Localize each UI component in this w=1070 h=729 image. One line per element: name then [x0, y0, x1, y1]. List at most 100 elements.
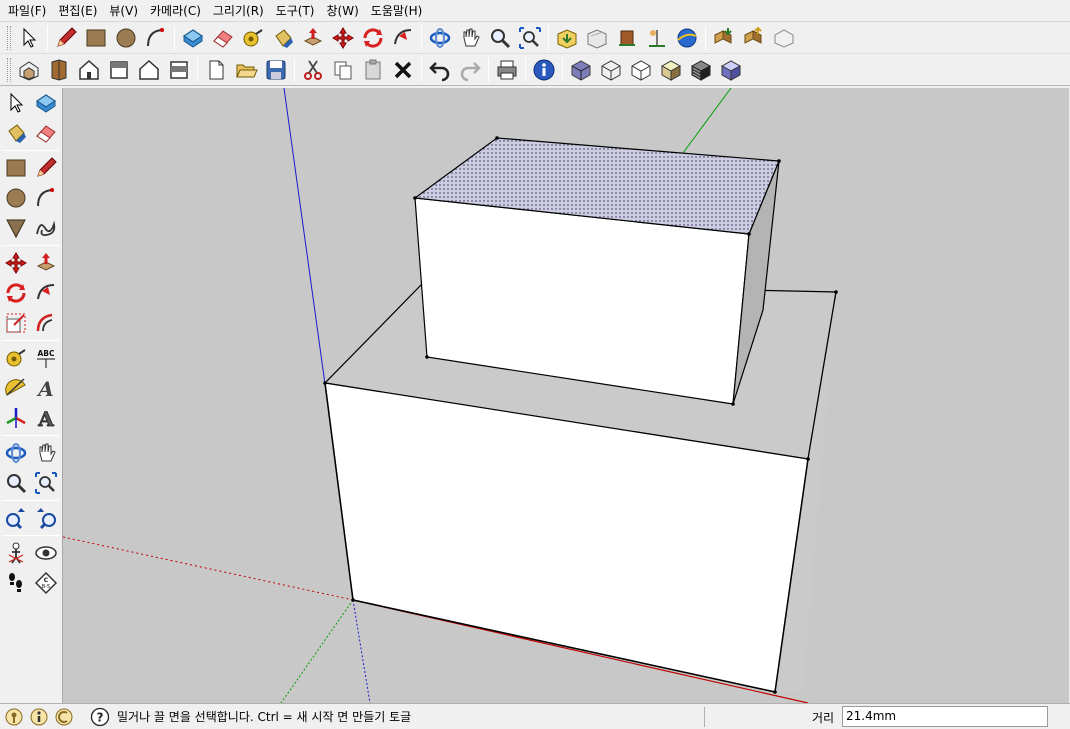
zoom-extents-tool-button[interactable] — [31, 468, 61, 498]
circle-button[interactable] — [112, 24, 140, 52]
freehand-tool-button[interactable] — [31, 213, 61, 243]
help-icon[interactable]: ? — [89, 706, 111, 728]
eraser-button[interactable] — [209, 24, 237, 52]
push-pull-button[interactable] — [299, 24, 327, 52]
eraser-tool-button[interactable] — [31, 118, 61, 148]
zoom-extents-button[interactable] — [516, 24, 544, 52]
pencil-button[interactable] — [52, 24, 80, 52]
dimension-tool-button[interactable]: ABC — [31, 343, 61, 373]
geo-location-icon[interactable] — [3, 706, 25, 728]
tape-measure-button[interactable] — [239, 24, 267, 52]
offset-tool-button[interactable] — [31, 308, 61, 338]
toolbar-separator — [548, 25, 549, 50]
dynamic-components-button[interactable] — [770, 24, 798, 52]
zoom-button[interactable] — [486, 24, 514, 52]
scale-tool-button[interactable] — [1, 308, 31, 338]
menu-item[interactable]: 편집(E) — [52, 1, 103, 21]
measurements-input[interactable]: 21.4mm — [842, 706, 1048, 727]
follow-me-tool-button[interactable] — [31, 278, 61, 308]
pan-tool-button[interactable] — [31, 438, 61, 468]
move-button[interactable] — [329, 24, 357, 52]
share-component-button[interactable] — [740, 24, 768, 52]
walk-tool-button[interactable] — [1, 568, 31, 598]
menu-item[interactable]: 파일(F) — [2, 1, 52, 21]
hidden-line-button[interactable] — [627, 56, 655, 84]
delete-button[interactable] — [389, 56, 417, 84]
top-view-button[interactable] — [45, 56, 73, 84]
right-view-button[interactable] — [105, 56, 133, 84]
push-pull-tool-button[interactable] — [31, 248, 61, 278]
credits-icon[interactable] — [28, 706, 50, 728]
redo-icon — [458, 58, 482, 82]
menu-item[interactable]: 창(W) — [321, 1, 365, 21]
menu-item[interactable]: 도구(T) — [270, 1, 321, 21]
left-view-button[interactable] — [165, 56, 193, 84]
rectangle-tool-button[interactable] — [1, 153, 31, 183]
shaded-texture-button[interactable] — [687, 56, 715, 84]
rotate-button[interactable] — [359, 24, 387, 52]
save-button[interactable] — [262, 56, 290, 84]
orbit-button[interactable] — [426, 24, 454, 52]
arc-button[interactable] — [142, 24, 170, 52]
model-info-button[interactable] — [530, 56, 558, 84]
monochrome-button[interactable] — [717, 56, 745, 84]
back-view-button[interactable] — [135, 56, 163, 84]
paste-button[interactable] — [359, 56, 387, 84]
previous-view-tool-button[interactable] — [1, 503, 31, 533]
model-canvas[interactable] — [63, 88, 1069, 703]
3d-text-tool-button[interactable]: A — [31, 403, 61, 433]
select-tool-button[interactable] — [1, 88, 31, 118]
drawing-viewport[interactable] — [63, 88, 1069, 703]
rectangle-button[interactable] — [82, 24, 110, 52]
polygon-tool-button[interactable] — [1, 213, 31, 243]
open-button[interactable] — [232, 56, 260, 84]
axes-tool-button[interactable] — [1, 403, 31, 433]
front-view-button[interactable] — [75, 56, 103, 84]
new-button[interactable] — [202, 56, 230, 84]
wireframe-button[interactable] — [597, 56, 625, 84]
dynamic-components-icon — [772, 26, 796, 50]
user-icon[interactable] — [53, 706, 75, 728]
get-components-button[interactable] — [710, 24, 738, 52]
paint-bucket-tool-button[interactable] — [1, 118, 31, 148]
menu-item[interactable]: 뷰(V) — [103, 1, 144, 21]
next-view-tool-button[interactable] — [31, 503, 61, 533]
print-button[interactable] — [493, 56, 521, 84]
undo-button[interactable] — [426, 56, 454, 84]
paint-bucket-button[interactable] — [269, 24, 297, 52]
zoom-tool-button[interactable] — [1, 468, 31, 498]
pencil-tool-button[interactable] — [31, 153, 61, 183]
get-models-button[interactable] — [553, 24, 581, 52]
section-plane-tool-button[interactable]: C B-5 — [31, 568, 61, 598]
menu-item[interactable]: 도움말(H) — [365, 1, 429, 21]
iso-view-button[interactable] — [15, 56, 43, 84]
share-model-button[interactable] — [583, 24, 611, 52]
google-earth-button[interactable] — [673, 24, 701, 52]
circle-tool-button[interactable] — [1, 183, 31, 213]
menu-item[interactable]: 카메라(C) — [144, 1, 207, 21]
move-tool-button[interactable] — [1, 248, 31, 278]
copy-button[interactable] — [329, 56, 357, 84]
tape-measure-tool-button[interactable] — [1, 343, 31, 373]
toolbar-grip[interactable] — [7, 57, 11, 82]
rotate-tool-button[interactable] — [1, 278, 31, 308]
orbit-tool-button[interactable] — [1, 438, 31, 468]
xray-button[interactable] — [567, 56, 595, 84]
protractor-tool-button[interactable] — [1, 373, 31, 403]
look-around-tool-button[interactable] — [31, 538, 61, 568]
make-component-button[interactable] — [179, 24, 207, 52]
toolbar-grip[interactable] — [7, 25, 11, 50]
menu-item[interactable]: 그리기(R) — [207, 1, 270, 21]
photo-textures-button[interactable] — [643, 24, 671, 52]
text-tool-button[interactable]: A — [31, 373, 61, 403]
select-button[interactable] — [15, 24, 43, 52]
pan-button[interactable] — [456, 24, 484, 52]
shaded-button[interactable] — [657, 56, 685, 84]
follow-me-button[interactable] — [389, 24, 417, 52]
cut-button[interactable] — [299, 56, 327, 84]
redo-button[interactable] — [456, 56, 484, 84]
arc-tool-button[interactable] — [31, 183, 61, 213]
place-model-button[interactable] — [613, 24, 641, 52]
make-component-tool-button[interactable] — [31, 88, 61, 118]
position-camera-tool-button[interactable] — [1, 538, 31, 568]
